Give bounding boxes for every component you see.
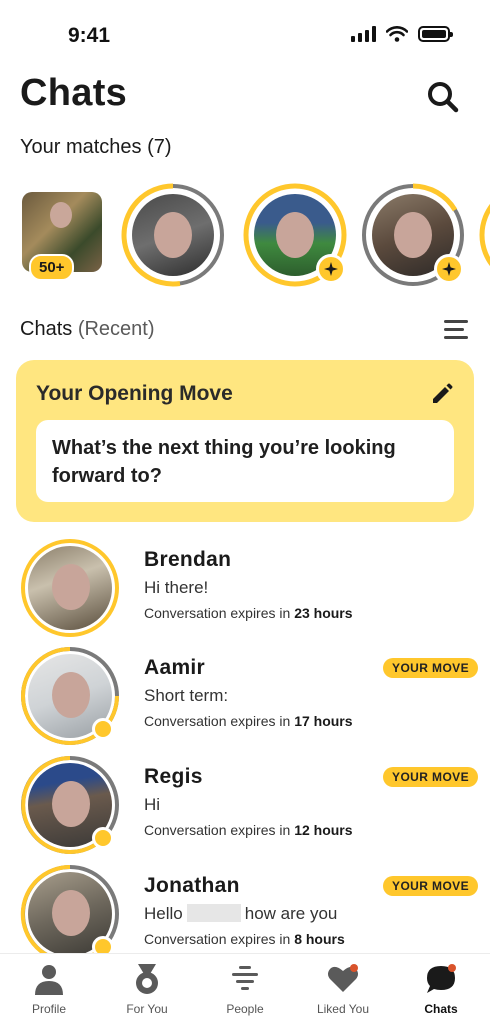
last-message-end: how are you [244,904,338,923]
chats-label: Chats [20,318,73,340]
profile-icon [35,965,63,995]
expiry-value: 8 hours [294,931,345,947]
tab-label: For You [126,1002,168,1016]
people-stack-icon [232,966,258,990]
wifi-icon [386,26,408,42]
tab-bar: Profile For You People Liked You Chats [0,953,490,1029]
blurred-face [52,672,90,718]
match-avatar[interactable] [478,182,490,288]
cellular-signal-icon [351,26,376,42]
match-avatar[interactable] [242,182,348,288]
expiry-text: Conversation expires in 12 hours [144,822,353,838]
blurred-face [52,781,90,827]
contact-name: Jonathan [144,874,240,897]
medal-icon [136,964,158,994]
conversation-row[interactable]: Aamir YOUR MOVE Short term: Conversation… [0,646,490,746]
contact-name: Regis [144,765,203,788]
blurred-face [276,212,314,258]
tab-people[interactable]: People [196,954,294,1029]
status-time: 9:41 [68,24,111,47]
matches-heading: Your matches (7) [20,136,172,159]
your-move-badge: YOUR MOVE [383,658,478,678]
tab-label: People [226,1002,264,1016]
match-avatar[interactable] [360,182,466,288]
unread-dot [92,718,114,740]
contact-name: Brendan [144,548,232,571]
pencil-icon[interactable] [430,382,454,406]
last-message: Hello how are you [144,904,337,924]
chat-bubble-icon [424,962,458,996]
notification-dot [448,964,456,972]
blurred-face [52,890,90,936]
notification-dot [350,964,358,972]
blurred-face [50,202,72,228]
tab-liked-you[interactable]: Liked You [294,954,392,1029]
filter-icon[interactable] [444,320,468,340]
conversation-row[interactable]: Jonathan YOUR MOVE Hello how are you Conv… [0,864,490,964]
heart-icon [326,962,360,996]
chats-heading: Chats (Recent) [20,318,155,341]
matches-carousel[interactable]: 50+ [0,178,490,288]
blurred-face [154,212,192,258]
match-photo [132,194,214,276]
redacted-name [186,904,241,922]
opening-move-card[interactable]: Your Opening Move What’s the next thing … [16,360,474,522]
expiry-value: 23 hours [294,605,353,621]
avatar [20,864,120,964]
chats-sublabel: (Recent) [77,318,155,340]
expiry-prefix: Conversation expires in [144,931,291,947]
expiry-text: Conversation expires in 23 hours [144,605,353,621]
last-message: Short term: [144,686,229,705]
search-icon[interactable] [426,80,460,114]
avatar [20,646,120,746]
blurred-face [52,564,90,610]
avatar [20,755,120,855]
expiry-prefix: Conversation expires in [144,605,291,621]
conversation-row[interactable]: Regis YOUR MOVE Hi Conversation expires … [0,755,490,855]
last-message: Hi [144,795,161,814]
expiry-text: Conversation expires in 17 hours [144,713,353,729]
tab-profile[interactable]: Profile [0,954,98,1029]
last-message-start: Hello [144,904,183,923]
expiry-value: 12 hours [294,822,353,838]
star-badge-icon [434,254,464,284]
expiry-prefix: Conversation expires in [144,713,291,729]
opening-move-question[interactable]: What’s the next thing you’re looking for… [36,420,454,502]
match-avatar[interactable] [120,182,226,288]
opening-move-title: Your Opening Move [36,382,233,405]
status-bar: 9:41 [0,0,490,70]
star-badge-icon [316,254,346,284]
tab-label: Profile [31,1002,66,1016]
expiry-prefix: Conversation expires in [144,822,291,838]
expiry-text: Conversation expires in 8 hours [144,931,345,947]
contact-photo [28,546,112,630]
conversation-row[interactable]: Brendan Hi there! Conversation expires i… [0,538,490,638]
your-move-badge: YOUR MOVE [383,767,478,787]
status-icons [351,26,453,42]
last-message: Hi there! [144,578,209,597]
tab-label: Liked You [316,1002,370,1016]
your-move-badge: YOUR MOVE [383,876,478,896]
likes-count-badge: 50+ [29,254,75,281]
expiry-value: 17 hours [294,713,353,729]
battery-icon [418,26,453,42]
expiry-ring [479,203,490,267]
tab-for-you[interactable]: For You [98,954,196,1029]
blurred-face [394,212,432,258]
contact-name: Aamir [144,656,206,679]
avatar [20,538,120,638]
tab-chats[interactable]: Chats [392,954,490,1029]
tab-label: Chats [424,1002,458,1016]
matches-label: Your matches [20,136,142,158]
page-title: Chats [20,72,128,114]
unread-dot [92,827,114,849]
matches-count: (7) [147,136,172,158]
